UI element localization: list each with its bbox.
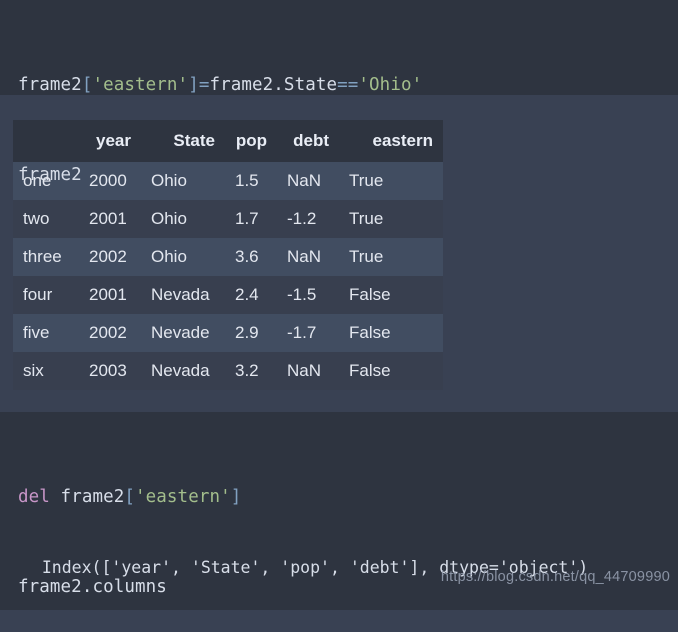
- table-header-row: year State pop debt eastern: [13, 120, 443, 162]
- column-header-pop: pop: [225, 120, 277, 162]
- cell-debt: -1.7: [277, 314, 339, 352]
- cell-state: Ohio: [141, 238, 225, 276]
- code-token-keyword-del: del: [18, 487, 50, 507]
- cell-eastern: True: [339, 238, 443, 276]
- cell-state: Nevada: [141, 352, 225, 390]
- cell-pop: 2.9: [225, 314, 277, 352]
- table-row: six 2003 Nevada 3.2 NaN False: [13, 352, 443, 390]
- code-token-bracket-close: ]: [188, 75, 199, 95]
- table-row: four 2001 Nevada 2.4 -1.5 False: [13, 276, 443, 314]
- row-index-label: four: [13, 276, 79, 314]
- table-row: three 2002 Ohio 3.6 NaN True: [13, 238, 443, 276]
- code-token-string: 'eastern': [92, 75, 189, 95]
- code-token-assign-operator: =: [198, 75, 210, 95]
- code-token-bracket-close: ]: [230, 487, 242, 507]
- column-header-state: State: [141, 120, 225, 162]
- table-row: two 2001 Ohio 1.7 -1.2 True: [13, 200, 443, 238]
- cell-state: Ohio: [141, 200, 225, 238]
- cell-state: Nevada: [141, 276, 225, 314]
- code-token-string-ohio: 'Ohio': [358, 75, 423, 95]
- cell-eastern: False: [339, 352, 443, 390]
- code-token-attribute: frame2.State: [209, 75, 338, 95]
- cell-pop: 3.6: [225, 238, 277, 276]
- cell-year: 2000: [79, 162, 141, 200]
- cell-year: 2003: [79, 352, 141, 390]
- cell-eastern: False: [339, 276, 443, 314]
- row-index-label: two: [13, 200, 79, 238]
- cell-eastern: False: [339, 314, 443, 352]
- cell-pop: 1.7: [225, 200, 277, 238]
- cell-state: Ohio: [141, 162, 225, 200]
- cell-year: 2002: [79, 238, 141, 276]
- cell-debt: -1.2: [277, 200, 339, 238]
- cell-debt: NaN: [277, 162, 339, 200]
- code-token-bracket-open: [: [81, 75, 93, 95]
- code-line-1: del frame2['eastern']: [18, 482, 678, 512]
- code-token-identifier: frame2: [18, 75, 82, 95]
- cell-eastern: True: [339, 162, 443, 200]
- cell-debt: NaN: [277, 238, 339, 276]
- row-index-label: five: [13, 314, 79, 352]
- code-token-bracket-open: [: [124, 487, 136, 507]
- table-row: five 2002 Nevade 2.9 -1.7 False: [13, 314, 443, 352]
- cell-pop: 3.2: [225, 352, 277, 390]
- cell-pop: 2.4: [225, 276, 277, 314]
- code-cell-input-1[interactable]: frame2['eastern']=frame2.State=='Ohio' f…: [0, 0, 678, 185]
- dataframe-output-area: year State pop debt eastern one 2000 Ohi…: [0, 95, 678, 412]
- cell-year: 2001: [79, 276, 141, 314]
- cell-year: 2001: [79, 200, 141, 238]
- column-header-year: year: [79, 120, 141, 162]
- code-token-equality-operator: ==: [337, 75, 359, 95]
- cell-year: 2002: [79, 314, 141, 352]
- column-header-eastern: eastern: [339, 120, 443, 162]
- table-body: one 2000 Ohio 1.5 NaN True two 2001 Ohio…: [13, 162, 443, 390]
- cell-debt: NaN: [277, 352, 339, 390]
- table-head: year State pop debt eastern: [13, 120, 443, 162]
- watermark-blog-url: https://blog.csdn.net/qq_44709990: [440, 569, 670, 585]
- column-header-debt: debt: [277, 120, 339, 162]
- code-token-identifier: frame2: [49, 487, 125, 507]
- code-cell-input-2[interactable]: del frame2['eastern'] frame2.columns: [0, 412, 678, 597]
- cell-eastern: True: [339, 200, 443, 238]
- cell-state: Nevade: [141, 314, 225, 352]
- row-index-label: six: [13, 352, 79, 390]
- code-token-string: 'eastern': [135, 487, 231, 507]
- cell-pop: 1.5: [225, 162, 277, 200]
- cell-debt: -1.5: [277, 276, 339, 314]
- row-index-label: three: [13, 238, 79, 276]
